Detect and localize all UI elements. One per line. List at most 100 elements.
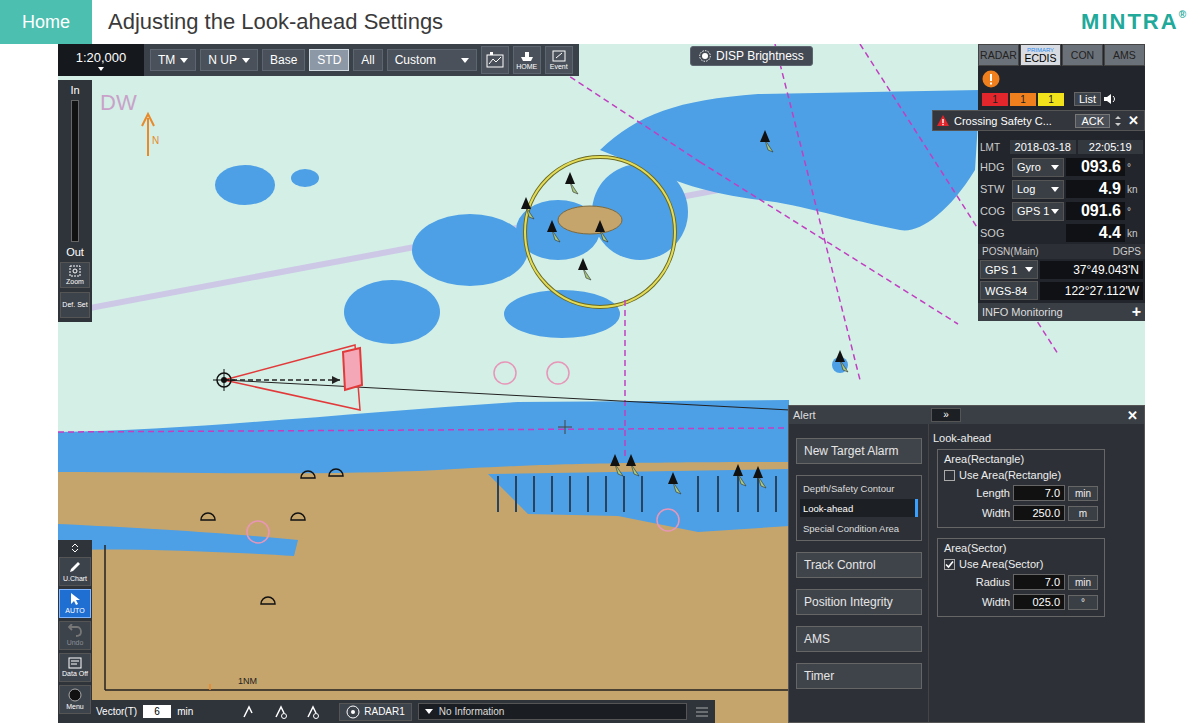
sensor-row: SOG 4.4 kn <box>978 222 1145 244</box>
mode-tab[interactable]: RADAR <box>978 44 1019 66</box>
toolbox-scroll[interactable] <box>70 542 80 554</box>
use-area-checkbox[interactable]: Use Area(Rectangle) <box>944 469 1098 481</box>
toolbar-button[interactable]: Base <box>262 49 305 71</box>
dialog-close-button[interactable]: ✕ <box>1125 408 1140 423</box>
alert-menu-button[interactable]: Position Integrity <box>796 589 922 615</box>
own-ship-icon[interactable] <box>213 369 235 391</box>
alert-submenu-item[interactable]: Look-ahead <box>800 499 918 517</box>
speaker-icon[interactable] <box>1103 93 1117 105</box>
scale-selector[interactable]: 1:20,000 <box>58 44 144 76</box>
acknowledge-button[interactable]: ACK <box>1075 114 1110 128</box>
alert-popup: Crossing Safety C... ACK ✕ <box>932 110 1145 131</box>
alert-count: 1 <box>982 93 1008 106</box>
pier <box>737 476 739 512</box>
mode-tab[interactable]: CON <box>1062 44 1103 66</box>
sensor-source-dropdown[interactable]: GPS 1 <box>1012 202 1064 221</box>
zoom-button[interactable]: Zoom <box>60 262 90 288</box>
look-ahead-circle <box>525 157 675 307</box>
area-label: DW <box>100 90 137 115</box>
data-tool[interactable]: Data Off <box>59 653 91 682</box>
home-button[interactable]: Home <box>0 0 92 44</box>
information-dropdown[interactable]: No Information <box>418 703 687 720</box>
field-value[interactable]: 025.0 <box>1013 594 1065 610</box>
vector-time-field[interactable]: 6 <box>143 705 171 718</box>
toolbar-button[interactable]: TM <box>150 49 196 71</box>
checkbox-label: Use Area(Sector) <box>959 558 1043 570</box>
sensor-unit: ° <box>1127 162 1143 173</box>
sensor-unit: kn <box>1127 184 1143 195</box>
toolbar-button[interactable]: All <box>353 49 382 71</box>
area-group: Area(Sector) Use Area(Sector) Radius 7.0… <box>937 538 1105 617</box>
ship-tool-button[interactable] <box>239 705 259 719</box>
alert-submenu-item[interactable]: Depth/Safety Contour <box>800 479 918 497</box>
event-button[interactable]: Event <box>545 46 573 74</box>
toolbar-button[interactable]: N UP <box>200 49 258 71</box>
tool-label: Menu <box>66 703 84 711</box>
radar-source-button[interactable]: RADAR1 <box>339 703 412 721</box>
dropdown-arrow-icon <box>1051 165 1059 170</box>
list-button[interactable] <box>693 706 711 718</box>
pencil-tool[interactable]: U.Chart <box>59 557 91 586</box>
list-icon <box>695 706 709 718</box>
position-source-dropdown[interactable]: GPS 1 <box>980 260 1038 279</box>
icon-button-label: Event <box>550 63 568 70</box>
default-set-button[interactable]: Def. Set <box>60 292 90 318</box>
alert-menu-button[interactable]: AMS <box>796 626 922 652</box>
buoy-icon <box>760 130 773 152</box>
restricted-area-mark <box>547 362 569 384</box>
pier <box>497 476 499 512</box>
undo-tool[interactable]: Undo <box>59 621 91 650</box>
stage: NDW1NM 1:20,000 TM N UP Base STD All Cus… <box>0 44 1200 723</box>
buoy-icon <box>565 172 578 194</box>
popup-close-button[interactable]: ✕ <box>1126 113 1141 128</box>
vector-label: Vector(T) <box>96 706 137 717</box>
mode-tab-label: RADAR <box>980 50 1017 61</box>
alert-menu-button[interactable]: Timer <box>796 663 922 689</box>
display-brightness-button[interactable]: DISP Brightness <box>690 46 813 66</box>
zoom-slider[interactable] <box>71 100 79 242</box>
field-label: Width <box>944 596 1010 608</box>
toolbar-button[interactable]: STD <box>309 49 349 71</box>
zoom-out-label[interactable]: Out <box>66 246 84 258</box>
cursor-tool[interactable]: AUTO <box>59 589 91 618</box>
warning-icon[interactable] <box>982 70 1000 88</box>
mode-tab[interactable]: PRIMARY ECDIS <box>1020 44 1061 66</box>
mode-tab[interactable]: AMS <box>1104 44 1145 66</box>
sensor-value: 4.9 <box>1066 180 1125 198</box>
sensor-source-dropdown[interactable]: Gyro <box>1012 158 1064 177</box>
field-value[interactable]: 7.0 <box>1013 574 1065 590</box>
beacon-icon <box>291 513 305 520</box>
chart-button[interactable] <box>481 46 509 74</box>
field-value[interactable]: 7.0 <box>1013 485 1065 501</box>
alert-menu-button[interactable]: Track Control <box>796 552 922 578</box>
scroll-arrows-icon[interactable] <box>1114 115 1122 127</box>
alert-submenu-item[interactable]: Special Condition Area <box>800 519 918 537</box>
field-value[interactable]: 250.0 <box>1013 505 1065 521</box>
position-source: GPS 1 <box>985 264 1017 276</box>
zoom-bar: In Out Zoom Def. Set <box>58 80 92 322</box>
zoom-in-label[interactable]: In <box>70 84 79 96</box>
buoy-icon <box>626 454 639 476</box>
toolbar-button-label: All <box>361 53 374 67</box>
collapse-button[interactable]: » <box>931 408 961 422</box>
alert-list-button[interactable]: List <box>1074 92 1101 106</box>
alert-menu-button[interactable]: New Target Alarm <box>796 438 922 464</box>
info-monitoring-button[interactable]: INFO Monitoring + <box>978 303 1145 321</box>
pier <box>515 476 517 512</box>
deep-water-area <box>344 280 440 344</box>
toolbar-button-label: Base <box>270 53 297 67</box>
time-zone-label: LMT <box>980 142 1008 153</box>
menu-tool[interactable]: Menu <box>59 685 91 714</box>
sensor-source-dropdown[interactable]: Log <box>1012 180 1064 199</box>
dropdown-arrow-icon <box>1051 187 1059 192</box>
buoy-icon <box>521 197 534 219</box>
use-area-checkbox[interactable]: Use Area(Sector) <box>944 558 1098 570</box>
ship-tool-button[interactable] <box>271 705 291 719</box>
left-margin <box>0 44 58 723</box>
ship-tool-button[interactable] <box>303 705 323 719</box>
datum-label: WGS-84 <box>980 281 1038 300</box>
home-button[interactable]: HOME <box>513 46 541 74</box>
chart-toolbar: 1:20,000 TM N UP Base STD All Custom HOM… <box>58 44 579 76</box>
slide-title: Adjusting the Look-ahead Settings <box>108 9 1081 35</box>
toolbar-button[interactable]: Custom <box>387 49 477 71</box>
